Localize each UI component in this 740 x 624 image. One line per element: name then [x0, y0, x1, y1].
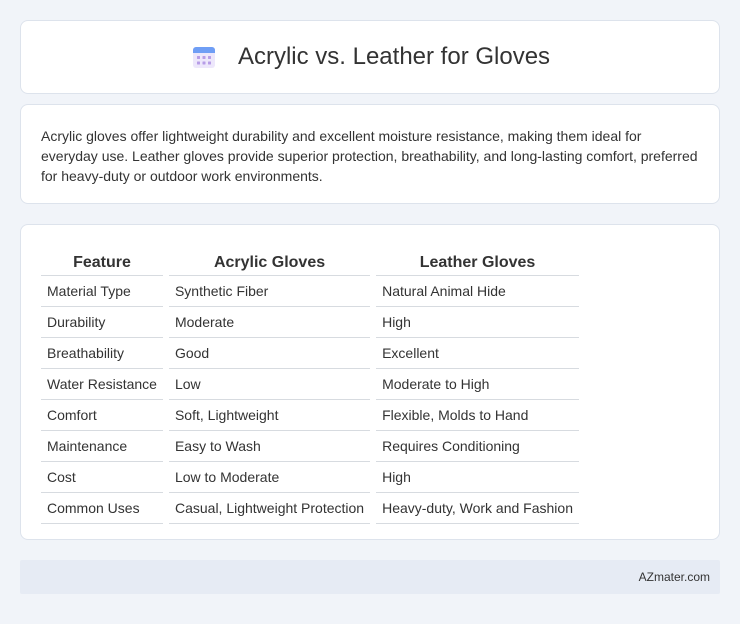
leather-cell: Natural Animal Hide: [376, 276, 579, 307]
table-row: Material Type Synthetic Fiber Natural An…: [41, 276, 579, 307]
acrylic-cell: Low: [168, 369, 371, 400]
acrylic-cell: Soft, Lightweight: [168, 400, 371, 431]
table-row: Cost Low to Moderate High: [41, 462, 579, 493]
calendar-icon: [192, 47, 215, 68]
feature-cell: Breathability: [41, 338, 163, 369]
footer: AZmater.com: [20, 560, 720, 594]
table-row: Breathability Good Excellent: [41, 338, 579, 369]
feature-cell: Water Resistance: [41, 369, 163, 400]
leather-cell: High: [376, 307, 579, 338]
acrylic-cell: Moderate: [168, 307, 371, 338]
page-title: Acrylic vs. Leather for Gloves: [237, 43, 551, 70]
table-row: Water Resistance Low Moderate to High: [41, 369, 579, 400]
acrylic-cell: Low to Moderate: [168, 462, 371, 493]
feature-cell: Material Type: [41, 276, 163, 307]
intro-card: Acrylic gloves offer lightweight durabil…: [20, 104, 720, 204]
leather-cell: Moderate to High: [376, 369, 579, 400]
acrylic-cell: Casual, Lightweight Protection: [168, 493, 371, 524]
header-acrylic: Acrylic Gloves: [168, 246, 371, 276]
table-row: Common Uses Casual, Lightweight Protecti…: [41, 493, 579, 524]
table-row: Comfort Soft, Lightweight Flexible, Mold…: [41, 400, 579, 431]
feature-cell: Maintenance: [41, 431, 163, 462]
feature-cell: Cost: [41, 462, 163, 493]
leather-cell: Requires Conditioning: [376, 431, 579, 462]
leather-cell: High: [376, 462, 579, 493]
table-row: Durability Moderate High: [41, 307, 579, 338]
acrylic-cell: Synthetic Fiber: [168, 276, 371, 307]
feature-cell: Comfort: [41, 400, 163, 431]
header-feature: Feature: [41, 246, 163, 276]
title-card: Acrylic vs. Leather for Gloves: [20, 20, 720, 94]
table-row: Maintenance Easy to Wash Requires Condit…: [41, 431, 579, 462]
leather-cell: Heavy-duty, Work and Fashion: [376, 493, 579, 524]
comparison-table: Feature Acrylic Gloves Leather Gloves Ma…: [35, 246, 585, 524]
leather-cell: Excellent: [376, 338, 579, 369]
comparison-card: Feature Acrylic Gloves Leather Gloves Ma…: [20, 224, 720, 540]
feature-cell: Durability: [41, 307, 163, 338]
intro-paragraph: Acrylic gloves offer lightweight durabil…: [41, 128, 698, 184]
leather-cell: Flexible, Molds to Hand: [376, 400, 579, 431]
table-header-row: Feature Acrylic Gloves Leather Gloves: [41, 246, 579, 276]
acrylic-cell: Easy to Wash: [168, 431, 371, 462]
footer-site-name: AZmater.com: [638, 570, 710, 584]
feature-cell: Common Uses: [41, 493, 163, 524]
title-wrap: Acrylic vs. Leather for Gloves: [190, 43, 550, 71]
acrylic-cell: Good: [168, 338, 371, 369]
header-leather: Leather Gloves: [376, 246, 579, 276]
